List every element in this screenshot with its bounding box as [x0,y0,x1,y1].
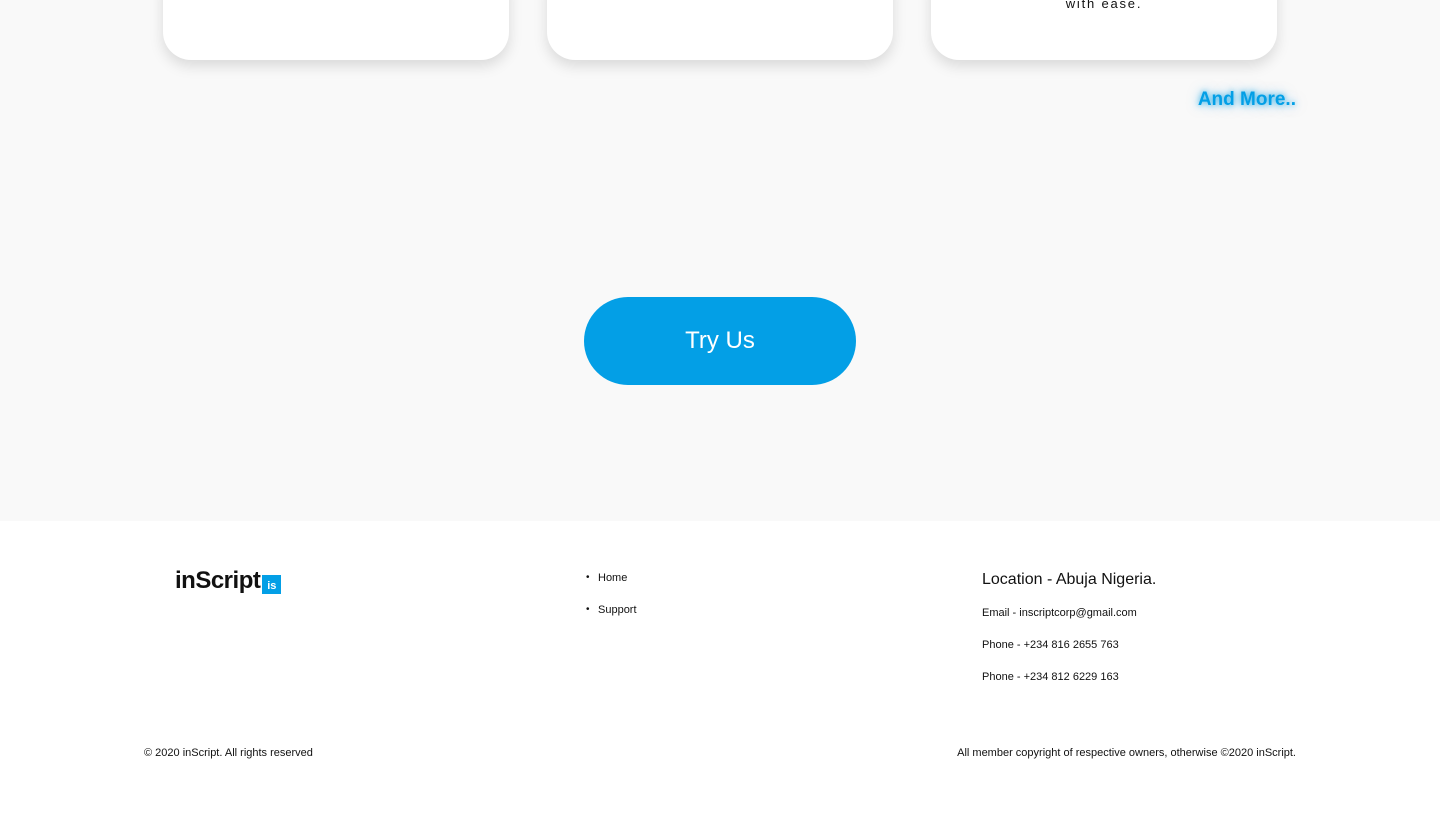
footer-nav-label[interactable]: Support [598,604,637,616]
contact-info: Location - Abuja Nigeria. Email - inscri… [982,571,1156,702]
footer-nav: • Home • Support [586,571,637,635]
footer-nav-item-support[interactable]: • Support [586,603,637,635]
contact-email: Email - inscriptcorp@gmail.com [982,607,1137,619]
and-more-label: And More.. [1197,89,1296,110]
bullet-icon: • [586,572,590,583]
footer-nav-label[interactable]: Home [598,572,627,584]
logo[interactable]: inScript is [175,567,282,595]
contact-location: Location - Abuja Nigeria. [982,571,1157,588]
try-us-button[interactable]: Try Us [584,297,856,385]
ownership-notice: All member copyright of respective owner… [957,747,1296,759]
features-section: with ease. And More.. Try Us [0,0,1440,521]
bullet-icon: • [586,604,590,615]
feature-card: with ease. [931,0,1277,60]
feature-card-text: with ease. [1065,0,1143,11]
feature-card [163,0,509,60]
contact-phone: Phone - +234 816 2655 763 [982,639,1119,651]
copyright-notice: © 2020 inScript. All rights reserved [144,747,313,759]
footer-nav-item-home[interactable]: • Home [586,571,637,603]
contact-phone: Phone - +234 812 6229 163 [982,671,1119,683]
feature-card [547,0,893,60]
logo-text: inScript [175,567,261,594]
footer: inScript is • Home • Support Location - … [0,521,1440,821]
logo-badge: is [262,574,282,594]
